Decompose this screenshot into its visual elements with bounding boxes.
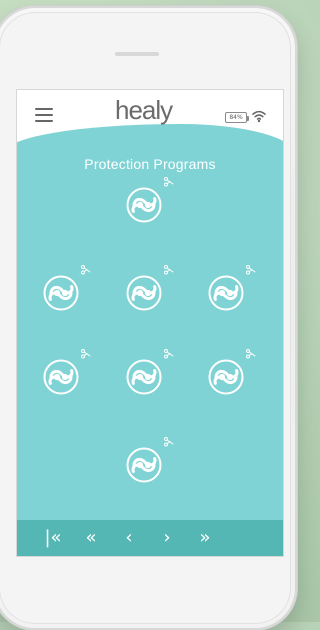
battery-cap bbox=[247, 116, 249, 121]
wifi-icon bbox=[251, 109, 267, 123]
healy-program-icon bbox=[125, 358, 163, 396]
scissor-icon bbox=[80, 348, 92, 360]
next-page-button[interactable]: » bbox=[193, 528, 217, 548]
scissor-icon bbox=[163, 348, 175, 360]
healy-program-icon bbox=[42, 274, 80, 312]
healy-program-icon bbox=[207, 274, 245, 312]
program-item-7[interactable] bbox=[207, 348, 255, 400]
healy-program-icon bbox=[207, 358, 245, 396]
program-item-8[interactable] bbox=[125, 436, 173, 488]
scissor-icon bbox=[163, 264, 175, 276]
app-screen: healy 84% Protection Programs bbox=[17, 90, 283, 556]
menu-button[interactable] bbox=[35, 108, 53, 122]
scissor-icon bbox=[245, 264, 257, 276]
healy-program-icon bbox=[42, 358, 80, 396]
previous-button[interactable]: ‹ bbox=[117, 528, 141, 548]
healy-program-icon bbox=[125, 446, 163, 484]
healy-program-icon bbox=[125, 274, 163, 312]
program-item-2[interactable] bbox=[42, 264, 90, 316]
next-button[interactable]: › bbox=[155, 528, 179, 548]
previous-page-button[interactable]: « bbox=[79, 528, 103, 548]
pagination-footer: |« « ‹ › » bbox=[17, 520, 283, 556]
menu-line-1 bbox=[35, 108, 53, 110]
page-title: Protection Programs bbox=[17, 156, 283, 172]
battery-indicator: 84% bbox=[225, 112, 247, 123]
program-item-5[interactable] bbox=[42, 348, 90, 400]
program-item-4[interactable] bbox=[207, 264, 255, 316]
first-page-button[interactable]: |« bbox=[41, 528, 65, 548]
healy-program-icon bbox=[125, 186, 163, 224]
scissor-icon bbox=[245, 348, 257, 360]
program-item-1[interactable] bbox=[125, 176, 173, 228]
speaker-slot bbox=[115, 52, 159, 56]
scissor-icon bbox=[163, 436, 175, 448]
phone-frame: healy 84% Protection Programs bbox=[0, 6, 297, 630]
menu-line-2 bbox=[35, 114, 53, 116]
battery-percentage: 84% bbox=[226, 113, 246, 122]
scissor-icon bbox=[163, 176, 175, 188]
program-item-6[interactable] bbox=[125, 348, 173, 400]
healy-logo: healy bbox=[115, 96, 195, 124]
program-item-3[interactable] bbox=[125, 264, 173, 316]
scissor-icon bbox=[80, 264, 92, 276]
menu-line-3 bbox=[35, 120, 53, 122]
